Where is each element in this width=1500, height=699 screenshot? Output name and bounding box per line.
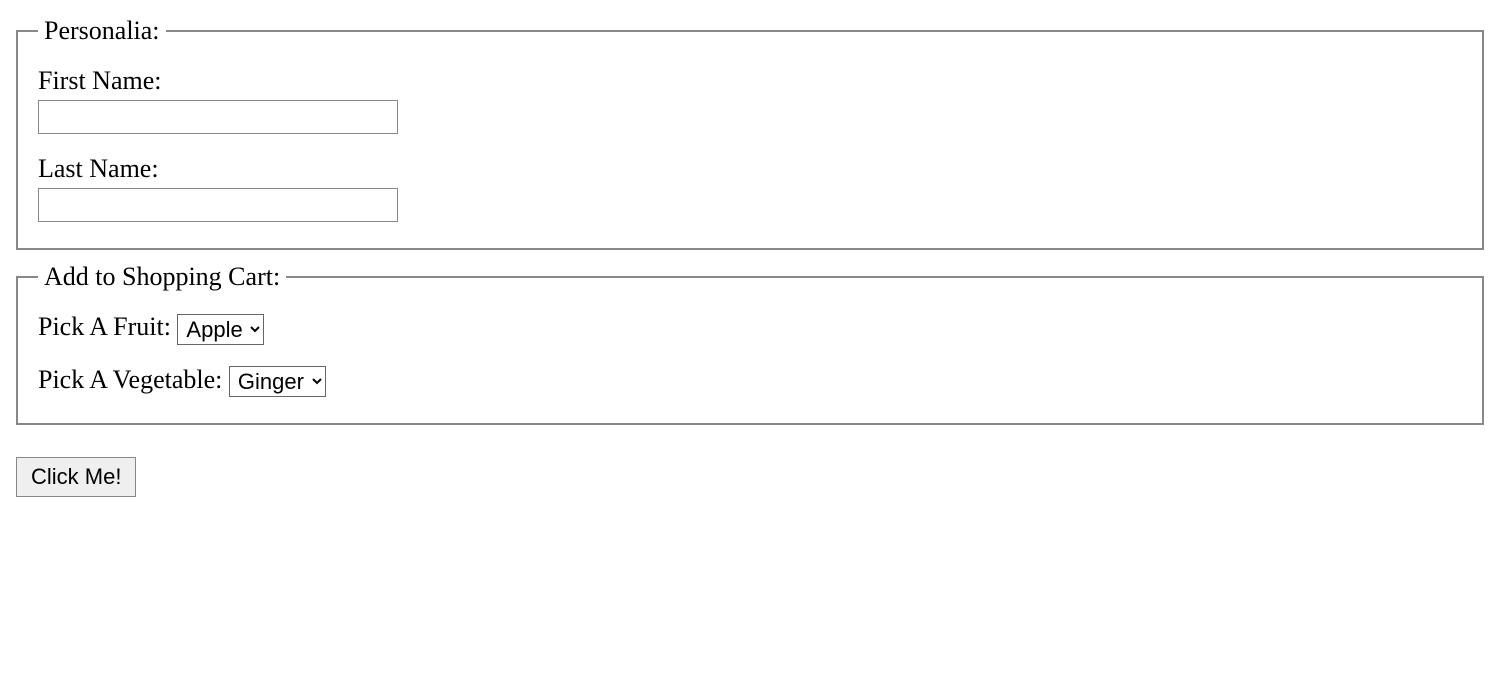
vegetable-select[interactable]: Ginger: [229, 366, 326, 397]
fruit-select[interactable]: Apple: [177, 314, 264, 345]
personalia-legend: Personalia:: [38, 16, 166, 46]
vegetable-label: Pick A Vegetable:: [38, 365, 229, 394]
first-name-row: First Name:: [38, 66, 1462, 134]
personalia-fieldset: Personalia: First Name: Last Name:: [16, 16, 1484, 250]
last-name-label: Last Name:: [38, 154, 1462, 184]
click-me-button[interactable]: Click Me!: [16, 457, 136, 497]
last-name-row: Last Name:: [38, 154, 1462, 222]
vegetable-row: Pick A Vegetable: Ginger: [38, 365, 1462, 398]
fruit-row: Pick A Fruit: Apple: [38, 312, 1462, 345]
first-name-label: First Name:: [38, 66, 1462, 96]
main-form: Personalia: First Name: Last Name: Add t…: [16, 16, 1484, 497]
cart-legend: Add to Shopping Cart:: [38, 262, 286, 292]
cart-fieldset: Add to Shopping Cart: Pick A Fruit: Appl…: [16, 262, 1484, 425]
last-name-input[interactable]: [38, 188, 398, 222]
fruit-label: Pick A Fruit:: [38, 312, 177, 341]
first-name-input[interactable]: [38, 100, 398, 134]
